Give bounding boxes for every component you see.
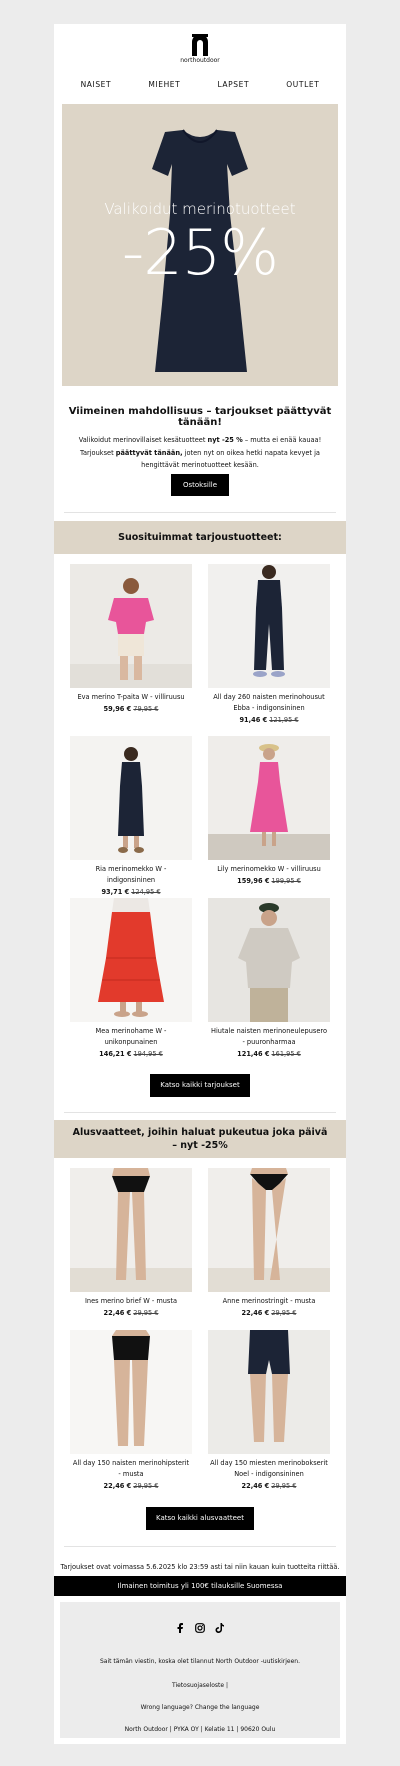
privacy-link[interactable]: Tietosuojaseloste |	[60, 1682, 340, 1689]
intro-text-bold: päättyvät tänään,	[115, 448, 183, 457]
product-name[interactable]: All day 150 miesten merinobokserit Noel …	[208, 1458, 330, 1480]
main-nav: NAISET MIEHET LAPSET OUTLET	[54, 80, 346, 89]
nav-item-lapset[interactable]: LAPSET	[217, 80, 249, 89]
change-language-link[interactable]: Wrong language? Change the language	[60, 1704, 340, 1711]
product-price: 146,21 €194,95 €	[70, 1050, 192, 1058]
original-price: 29,95 €	[133, 1482, 159, 1490]
product-card[interactable]: Hiutale naisten merinoneulepusero - puur…	[208, 898, 330, 1058]
original-price: 161,95 €	[271, 1050, 301, 1058]
footer: Sait tämän viestin, koska olet tilannut …	[60, 1602, 340, 1738]
brand-name: northoutdoor	[180, 57, 220, 64]
nav-item-miehet[interactable]: MIEHET	[148, 80, 180, 89]
original-price: 124,95 €	[131, 888, 161, 896]
nav-item-outlet[interactable]: OUTLET	[286, 80, 319, 89]
original-price: 194,95 €	[133, 1050, 163, 1058]
footer-reason-text: Sait tämän viestin, koska olet tilannut …	[99, 1658, 301, 1665]
sale-price: 22,46 €	[103, 1309, 132, 1317]
view-all-underwear-button[interactable]: Katso kaikki alusvaatteet	[146, 1507, 254, 1530]
product-image[interactable]	[208, 1168, 330, 1292]
sale-price: 22,46 €	[103, 1482, 132, 1490]
intro-text-part: Valikoidut merinovillaiset kesätuotteet	[78, 436, 208, 444]
underwear-title-line-1: Alusvaatteet, joihin haluat pukeutua jok…	[72, 1127, 328, 1138]
product-card[interactable]: Ria merinomekko W - indigonsininen 93,71…	[70, 736, 192, 896]
product-name[interactable]: Mea merinohame W - unikonpunainen	[70, 1026, 192, 1048]
company-address: North Outdoor | PYKA OY | Kelatie 11 | 9…	[124, 1726, 276, 1733]
product-card[interactable]: All day 150 miesten merinobokserit Noel …	[208, 1330, 330, 1490]
logo-mark-icon	[192, 34, 208, 56]
divider	[64, 1112, 336, 1113]
product-image[interactable]	[70, 1168, 192, 1292]
original-price: 29,95 €	[133, 1309, 159, 1317]
brand-logo[interactable]: northoutdoor	[54, 34, 346, 64]
product-card[interactable]: All day 260 naisten merinohousut Ebba - …	[208, 564, 330, 724]
product-price: 59,96 €79,95 €	[70, 705, 192, 713]
product-card[interactable]: Ines merino brief W - musta 22,46 €29,95…	[70, 1168, 192, 1317]
product-card[interactable]: Eva merino T-paita W - villiruusu 59,96 …	[70, 564, 192, 713]
sale-price: 22,46 €	[241, 1482, 270, 1490]
tiktok-icon[interactable]	[215, 1618, 225, 1633]
intro-text: Valikoidut merinovillaiset kesätuotteet …	[66, 434, 334, 472]
shop-button[interactable]: Ostoksille	[171, 474, 229, 496]
product-image[interactable]	[70, 1330, 192, 1454]
product-name[interactable]: Eva merino T-paita W - villiruusu	[70, 692, 192, 703]
product-name[interactable]: All day 150 naisten merinohipsterit - mu…	[70, 1458, 192, 1480]
product-price: 91,46 €121,95 €	[208, 716, 330, 724]
sale-price: 121,46 €	[237, 1050, 270, 1058]
product-card[interactable]: Anne merinostringit - musta 22,46 €29,95…	[208, 1168, 330, 1317]
sale-price: 93,71 €	[101, 888, 130, 896]
product-card[interactable]: Mea merinohame W - unikonpunainen 146,21…	[70, 898, 192, 1058]
instagram-icon[interactable]	[195, 1618, 205, 1633]
product-image[interactable]	[208, 736, 330, 860]
product-price: 22,46 €29,95 €	[70, 1482, 192, 1490]
product-price: 159,96 €199,95 €	[208, 877, 330, 885]
intro-text-bold: nyt -25 %	[207, 436, 243, 444]
underwear-heading: Alusvaatteet, joihin haluat pukeutua jok…	[54, 1120, 346, 1158]
original-price: 79,95 €	[133, 705, 159, 713]
product-name[interactable]: Hiutale naisten merinoneulepusero - puur…	[208, 1026, 330, 1048]
product-image[interactable]	[70, 564, 192, 688]
hero-discount: -25%	[121, 216, 279, 289]
sale-price: 91,46 €	[239, 716, 268, 724]
facebook-icon[interactable]	[175, 1618, 185, 1633]
divider	[64, 512, 336, 513]
product-name[interactable]: Anne merinostringit - musta	[208, 1296, 330, 1307]
original-price: 29,95 €	[271, 1309, 297, 1317]
sale-price: 146,21 €	[99, 1050, 132, 1058]
original-price: 29,95 €	[271, 1482, 297, 1490]
free-shipping-banner: Ilmainen toimitus yli 100€ tilauksille S…	[54, 1576, 346, 1596]
product-image[interactable]	[70, 736, 192, 860]
offers-heading: Suosituimmat tarjoustuotteet:	[54, 521, 346, 554]
product-price: 22,46 €29,95 €	[208, 1482, 330, 1490]
original-price: 121,95 €	[269, 716, 299, 724]
offer-validity-text: Tarjoukset ovat voimassa 5.6.2025 klo 23…	[60, 1563, 340, 1571]
hero-banner[interactable]: Valikoidut merinotuotteet -25%	[62, 104, 338, 386]
product-price: 93,71 €124,95 €	[70, 888, 192, 896]
divider	[64, 1546, 336, 1547]
product-image[interactable]	[208, 898, 330, 1022]
email-body: northoutdoor NAISET MIEHET LAPSET OUTLET…	[54, 24, 346, 1744]
sale-price: 159,96 €	[237, 877, 270, 885]
product-price: 22,46 €29,95 €	[208, 1309, 330, 1317]
sale-price: 22,46 €	[241, 1309, 270, 1317]
product-name[interactable]: All day 260 naisten merinohousut Ebba - …	[208, 692, 330, 714]
product-name[interactable]: Ines merino brief W - musta	[70, 1296, 192, 1307]
underwear-title-line-2: – nyt -25%	[172, 1140, 228, 1151]
sale-price: 59,96 €	[103, 705, 132, 713]
product-price: 121,46 €161,95 €	[208, 1050, 330, 1058]
original-price: 199,95 €	[271, 877, 301, 885]
product-card[interactable]: Lily merinomekko W - villiruusu 159,96 €…	[208, 736, 330, 885]
headline: Viimeinen mahdollisuus – tarjoukset päät…	[68, 406, 332, 428]
product-price: 22,46 €29,95 €	[70, 1309, 192, 1317]
product-name[interactable]: Ria merinomekko W - indigonsininen	[70, 864, 192, 886]
view-all-offers-button[interactable]: Katso kaikki tarjoukset	[150, 1074, 250, 1097]
product-image[interactable]	[208, 1330, 330, 1454]
nav-item-naiset[interactable]: NAISET	[81, 80, 112, 89]
product-card[interactable]: All day 150 naisten merinohipsterit - mu…	[70, 1330, 192, 1490]
social-links	[60, 1618, 340, 1633]
product-image[interactable]	[70, 898, 192, 1022]
product-image[interactable]	[208, 564, 330, 688]
product-name[interactable]: Lily merinomekko W - villiruusu	[208, 864, 330, 875]
